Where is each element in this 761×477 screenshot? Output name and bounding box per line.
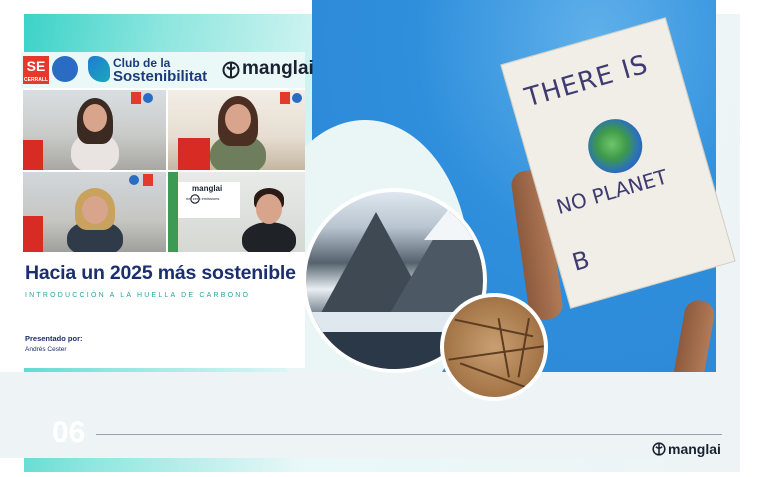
participant-tile-4: manglai net zero emissions [168, 172, 305, 252]
participant-face [82, 196, 108, 224]
globe-mini-icon [143, 93, 153, 103]
presenter-name: Andrés Cester [25, 346, 67, 353]
cerrall-mini-logo [143, 174, 153, 186]
globe-icon [52, 56, 78, 82]
sign-text-line1: THERE IS [521, 49, 652, 114]
manglai-footer-icon [652, 442, 666, 456]
red-panel [23, 216, 43, 252]
slide-number: 06 [52, 416, 86, 449]
cracked-earth-photo-circle [440, 293, 548, 401]
globe-mini-icon [292, 93, 302, 103]
club-name-line2: Sostenibilitat [113, 68, 208, 85]
footer-band [0, 372, 716, 458]
manglai-screen-caption: net zero emissions [186, 196, 220, 201]
plant-decoration [168, 172, 178, 252]
participant-tile-1 [23, 90, 166, 170]
participant-face [256, 194, 282, 224]
cerrall-mini-logo [131, 92, 141, 104]
crack-line [454, 318, 534, 337]
participant-tile-2 [168, 90, 305, 170]
snow-cap [424, 200, 483, 240]
footer-divider [96, 434, 722, 435]
footer-brand: manglai [668, 441, 721, 457]
crack-line [498, 318, 510, 378]
earth-icon [581, 112, 649, 180]
globe-mini-icon [129, 175, 139, 185]
crack-line [448, 345, 544, 361]
cerrall-mini-logo [280, 92, 290, 104]
manglai-screen-brand: manglai [192, 184, 223, 193]
slide-headline: Hacia un 2025 más sostenible [25, 262, 296, 284]
manglai-logo-text: manglai [242, 58, 314, 79]
cerrall-name: CERRALL [24, 77, 48, 83]
cerrall-logo: SE CERRALL [23, 56, 49, 84]
red-panel [178, 138, 210, 170]
participant-face [225, 104, 251, 134]
participant-face [83, 104, 107, 132]
participant-body [242, 222, 296, 252]
slide-subheadline: INTRODUCCIÓN A LA HUELLA DE CARBONO [25, 292, 251, 299]
presented-by-label: Presentado por: [25, 334, 83, 343]
red-panel [23, 140, 43, 170]
manglai-logo-icon [222, 61, 240, 79]
participant-tile-3 [23, 172, 166, 252]
cerrall-letters: SE [26, 58, 46, 74]
sign-text-line3: B [569, 245, 593, 277]
